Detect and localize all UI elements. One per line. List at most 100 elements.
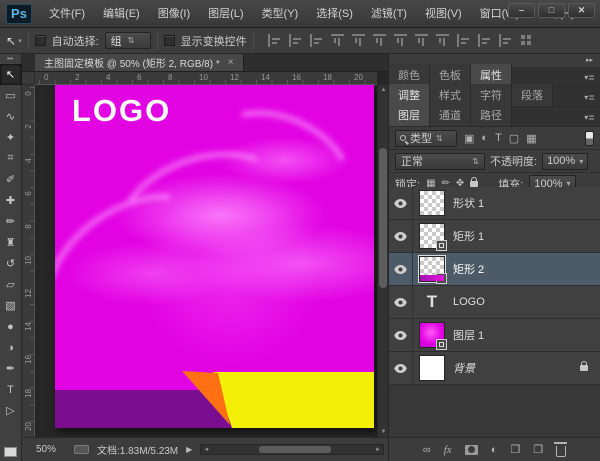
layer-filter-toggle[interactable]: [585, 131, 594, 146]
menu-layer[interactable]: 图层(L): [199, 0, 252, 28]
layer-thumbnail[interactable]: [419, 322, 445, 348]
distribute-top-edges-icon[interactable]: [394, 34, 407, 47]
history-brush-tool[interactable]: ↺: [0, 253, 22, 274]
close-button[interactable]: ✕: [568, 3, 595, 18]
layer-style-fx-icon[interactable]: fx: [444, 444, 452, 456]
move-tool-preset[interactable]: ↖ ▾: [6, 34, 22, 48]
tab-styles[interactable]: 样式: [430, 84, 471, 106]
layer-name[interactable]: LOGO: [453, 296, 485, 308]
distribute-horizontal-centers-icon[interactable]: [478, 34, 491, 47]
marquee-tool[interactable]: ▭: [0, 85, 22, 106]
auto-select-dropdown[interactable]: 组 ⇅: [105, 32, 151, 49]
eyedropper-tool[interactable]: ✐: [0, 169, 22, 190]
zoom-level[interactable]: 50%: [36, 444, 66, 455]
tab-paragraph[interactable]: 段落: [512, 84, 553, 106]
menu-file[interactable]: 文件(F): [40, 0, 94, 28]
panel-menu-icon[interactable]: ▾≣: [584, 93, 595, 102]
layer-thumbnail[interactable]: [419, 190, 445, 216]
canvas[interactable]: LOGO: [55, 85, 374, 428]
link-layers-icon[interactable]: ∞: [423, 444, 431, 456]
add-layer-mask-icon[interactable]: [465, 445, 478, 455]
menu-type[interactable]: 类型(Y): [253, 0, 308, 28]
align-vertical-centers-icon[interactable]: [352, 34, 365, 47]
layer-row-rect1[interactable]: 矩形 1: [389, 220, 600, 253]
clone-stamp-tool[interactable]: ♜: [0, 232, 22, 253]
blur-tool[interactable]: ●: [0, 316, 22, 337]
crop-tool[interactable]: ⌗: [0, 148, 22, 169]
menu-select[interactable]: 选择(S): [307, 0, 362, 28]
visibility-eye-icon[interactable]: [389, 286, 413, 318]
layer-name[interactable]: 形状 1: [453, 195, 484, 211]
layer-row-layer1[interactable]: 图层 1: [389, 319, 600, 352]
menu-filter[interactable]: 滤镜(T): [362, 0, 416, 28]
visibility-eye-icon[interactable]: [389, 319, 413, 351]
tab-close-icon[interactable]: ×: [228, 57, 234, 68]
layer-name[interactable]: 矩形 2: [453, 261, 484, 277]
gradient-tool[interactable]: ▧: [0, 295, 22, 316]
lock-all-icon[interactable]: [470, 181, 478, 187]
layer-row-shape1[interactable]: 形状 1: [389, 187, 600, 220]
filter-shape-layers-icon[interactable]: ▢: [509, 132, 519, 145]
eraser-tool[interactable]: ▱: [0, 274, 22, 295]
tab-properties[interactable]: 属性: [471, 64, 512, 86]
horizontal-scrollbar[interactable]: ◄ ►: [200, 444, 384, 455]
align-horizontal-centers-icon[interactable]: [289, 34, 302, 47]
menu-edit[interactable]: 编辑(E): [94, 0, 149, 28]
text-layer-thumbnail[interactable]: T: [419, 289, 445, 315]
filter-smart-objects-icon[interactable]: ▦: [526, 132, 536, 145]
tab-paths[interactable]: 路径: [471, 104, 512, 126]
status-flyout-icon[interactable]: ▶: [186, 445, 192, 454]
toolbar-collapse-icon[interactable]: ▸▸: [7, 54, 13, 64]
align-top-edges-icon[interactable]: [331, 34, 344, 47]
layer-thumbnail[interactable]: [419, 223, 445, 249]
filter-type-layers-icon[interactable]: T: [495, 132, 502, 144]
dodge-tool[interactable]: ◑: [0, 337, 22, 358]
layer-name[interactable]: 矩形 1: [453, 228, 484, 244]
layer-thumbnail[interactable]: [419, 355, 445, 381]
type-tool[interactable]: T: [0, 379, 22, 400]
layer-name[interactable]: 图层 1: [453, 327, 484, 343]
distribute-right-edges-icon[interactable]: [499, 34, 512, 47]
layer-row-background[interactable]: 背景: [389, 352, 600, 385]
opacity-dropdown[interactable]: 100% ▾: [542, 153, 588, 170]
visibility-eye-icon[interactable]: [389, 220, 413, 252]
tab-layers[interactable]: 图层: [389, 104, 430, 126]
new-adjustment-layer-icon[interactable]: ◐: [491, 444, 498, 456]
menu-view[interactable]: 视图(V): [416, 0, 471, 28]
document-tab[interactable]: 主图固定模板 @ 50% (矩形 2, RGB/8) * ×: [35, 54, 244, 71]
scroll-right-icon[interactable]: ►: [375, 447, 381, 453]
filter-adjustment-layers-icon[interactable]: ◐: [481, 132, 488, 144]
new-group-icon[interactable]: ❒: [510, 443, 520, 456]
tab-channels[interactable]: 通道: [430, 104, 471, 126]
align-left-edges-icon[interactable]: [268, 34, 281, 47]
path-select-tool[interactable]: ▷: [0, 400, 22, 421]
distribute-left-edges-icon[interactable]: [457, 34, 470, 47]
distribute-vertical-centers-icon[interactable]: [415, 34, 428, 47]
layer-name[interactable]: 背景: [453, 360, 475, 376]
align-bottom-edges-icon[interactable]: [373, 34, 386, 47]
new-layer-icon[interactable]: ❐: [533, 443, 543, 456]
menu-image[interactable]: 图像(I): [149, 0, 199, 28]
visibility-eye-icon[interactable]: [389, 253, 413, 285]
show-transform-checkbox[interactable]: [164, 35, 175, 46]
visibility-eye-icon[interactable]: [389, 352, 413, 384]
horizontal-scroll-thumb[interactable]: [259, 446, 331, 453]
distribute-bottom-edges-icon[interactable]: [436, 34, 449, 47]
scroll-left-icon[interactable]: ◄: [203, 447, 209, 453]
tab-character[interactable]: 字符: [471, 84, 512, 106]
move-tool[interactable]: ↖: [0, 64, 22, 85]
auto-select-checkbox[interactable]: [35, 35, 46, 46]
maximize-button[interactable]: □: [538, 3, 565, 18]
align-right-edges-icon[interactable]: [310, 34, 323, 47]
tab-swatches[interactable]: 色板: [430, 64, 471, 86]
blend-mode-dropdown[interactable]: 正常 ⇅: [395, 153, 485, 170]
vertical-scrollbar[interactable]: ▲ ▼: [377, 85, 388, 437]
layer-row-logo-text[interactable]: T LOGO: [389, 286, 600, 319]
vertical-scroll-thumb[interactable]: [379, 148, 387, 288]
foreground-color-swatch[interactable]: [4, 447, 17, 457]
tab-adjustments[interactable]: 调整: [389, 84, 430, 106]
visibility-eye-icon[interactable]: [389, 187, 413, 219]
pen-tool[interactable]: ✒: [0, 358, 22, 379]
brush-tool[interactable]: ✏: [0, 211, 22, 232]
auto-align-layers-icon[interactable]: [520, 34, 533, 47]
